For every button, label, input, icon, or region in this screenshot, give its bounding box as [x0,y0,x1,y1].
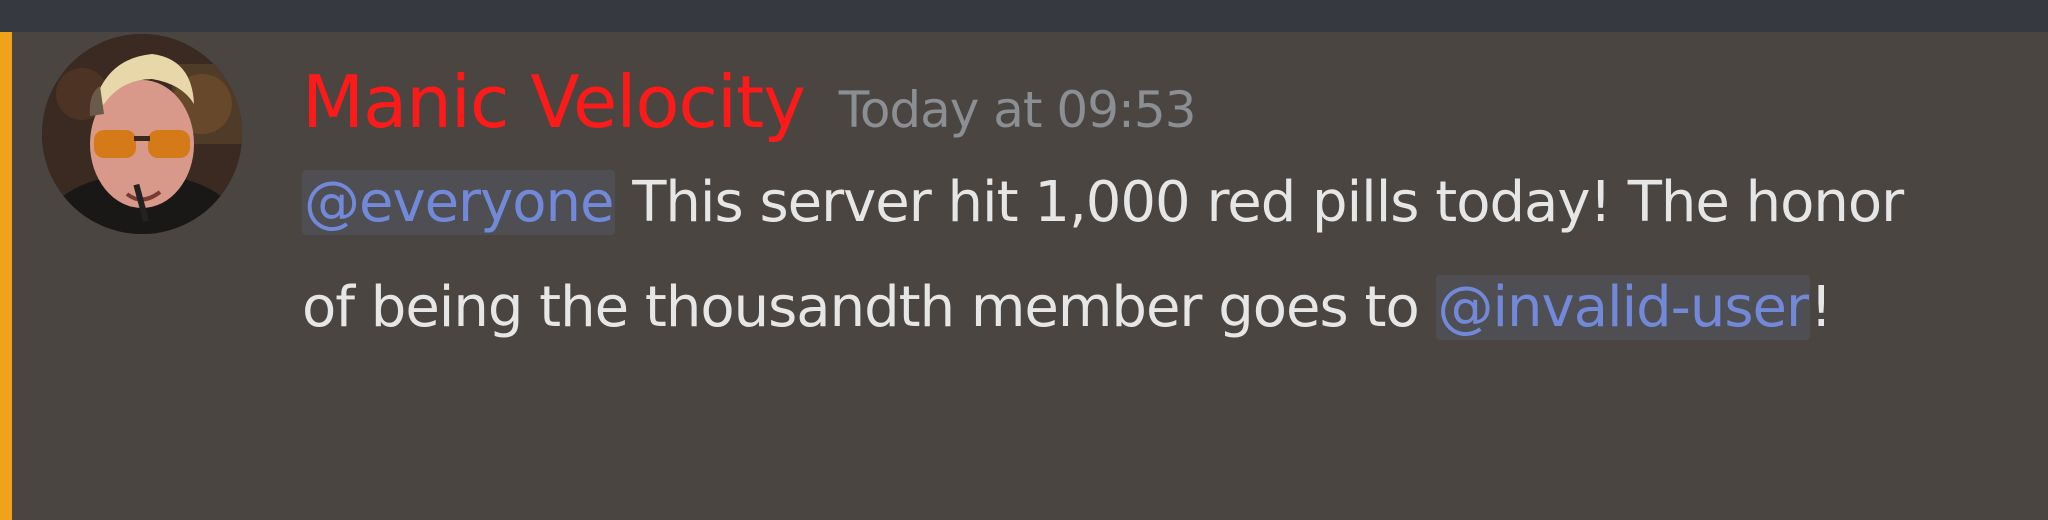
channel-top-bar [0,0,2048,32]
avatar[interactable] [42,34,242,234]
chat-message[interactable]: Manic Velocity Today at 09:53 @everyone T… [0,32,2048,520]
message-timestamp[interactable]: Today at 09:53 [839,81,1197,139]
everyone-mention[interactable]: @everyone [302,170,616,235]
author-username[interactable]: Manic Velocity [302,60,806,144]
avatar-image [42,34,242,234]
message-text-end: ! [1810,275,1832,340]
message-header: Manic Velocity Today at 09:53 [302,52,1197,152]
message-content: @everyone This server hit 1,000 red pill… [302,150,1942,360]
user-mention[interactable]: @invalid-user [1435,275,1811,340]
mention-highlight-bar [0,32,12,520]
